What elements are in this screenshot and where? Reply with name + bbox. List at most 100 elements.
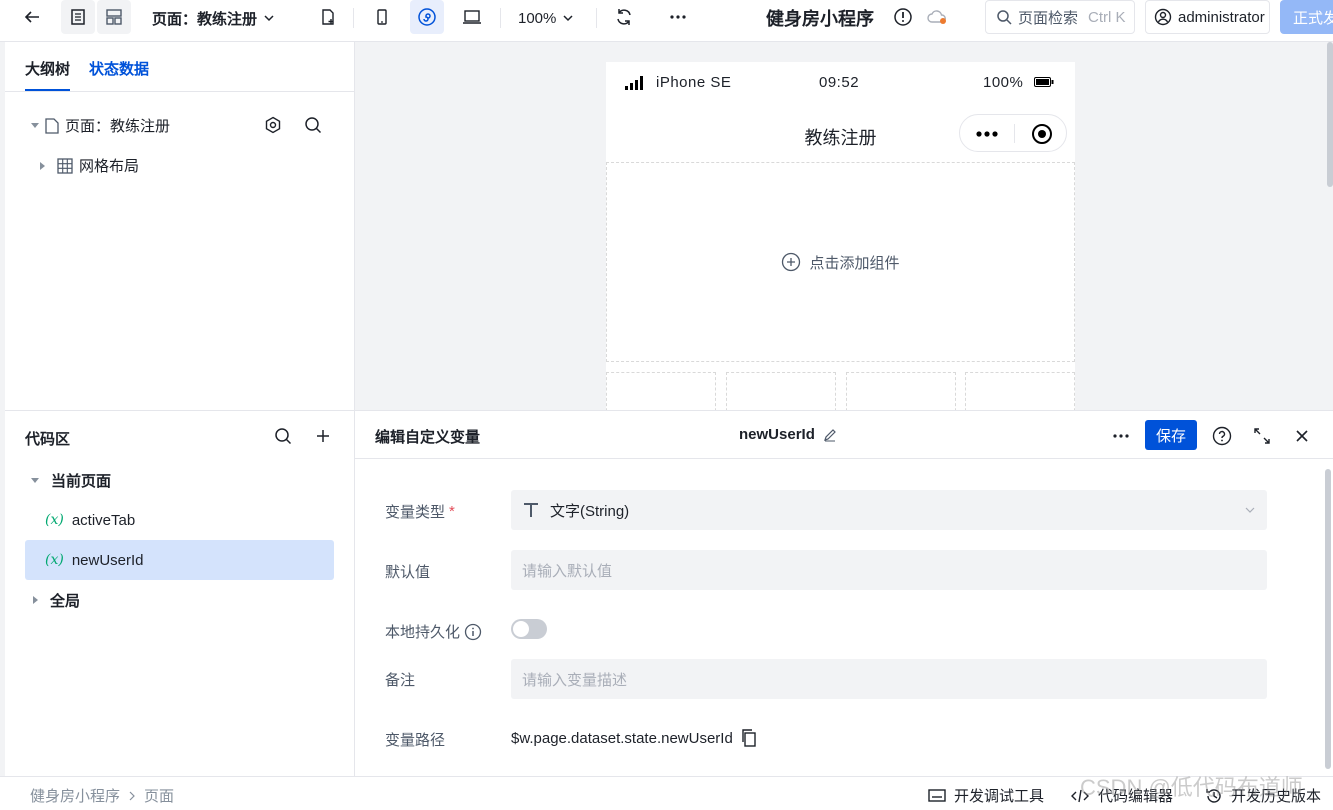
- editor-scrollbar[interactable]: [1325, 469, 1331, 769]
- help-icon[interactable]: [1212, 418, 1232, 454]
- add-component-zone[interactable]: 点击添加组件: [606, 162, 1075, 362]
- battery-level: 100%: [983, 74, 1024, 91]
- variable-icon: (x): [45, 512, 64, 528]
- watermark: CSDN @低代码布道师: [1080, 775, 1303, 800]
- add-page-icon[interactable]: [311, 0, 345, 34]
- zoom-select[interactable]: 100%: [518, 0, 574, 36]
- code-var-item-selected[interactable]: (x) newUserId: [25, 540, 334, 580]
- tree-node-grid[interactable]: 网格布局: [40, 155, 139, 176]
- page-list-icon[interactable]: [61, 0, 95, 34]
- caret-right-icon: [33, 596, 38, 604]
- tree-node-page[interactable]: 页面：教练注册: [31, 115, 170, 136]
- miniprogram-view-icon[interactable]: [410, 0, 444, 34]
- status-time: 09:52: [819, 74, 860, 91]
- cloud-sync-icon[interactable]: [920, 0, 954, 34]
- breadcrumb-item[interactable]: 健身房小程序: [30, 785, 120, 806]
- toolbar-divider: [500, 8, 501, 28]
- more-icon[interactable]: [661, 0, 695, 34]
- close-target-icon[interactable]: [1031, 123, 1053, 145]
- caret-right-icon: [40, 161, 45, 170]
- breadcrumb-item[interactable]: 页面: [144, 785, 174, 806]
- page-search-box[interactable]: 页面检索 Ctrl K: [985, 0, 1135, 34]
- more-icon[interactable]: [1111, 418, 1131, 454]
- persist-toggle[interactable]: [511, 619, 547, 639]
- add-code-icon[interactable]: [313, 418, 333, 454]
- code-var-label: activeTab: [71, 511, 136, 529]
- variable-editor: 编辑自定义变量 newUserId 保存 变量类型 * 文字(String) 默…: [355, 410, 1333, 776]
- release-button[interactable]: 正式发布: [1280, 0, 1333, 34]
- copy-icon[interactable]: [741, 729, 757, 747]
- tab-state-data[interactable]: 状态数据: [89, 58, 149, 79]
- toolbar-divider: [596, 8, 597, 28]
- desktop-view-icon[interactable]: [455, 0, 489, 34]
- phone-preview: iPhone SE 09:52 100% 教练注册 点击添加组件: [606, 62, 1075, 410]
- info-alert-icon[interactable]: [886, 0, 920, 34]
- grid-layout-icon: [57, 157, 73, 174]
- chevron-down-icon: [1245, 505, 1255, 515]
- device-name: iPhone SE: [656, 74, 732, 91]
- more-dots-icon[interactable]: [976, 131, 998, 137]
- edit-pencil-icon[interactable]: [823, 428, 837, 442]
- path-field-label: 变量路径: [385, 732, 446, 749]
- mobile-view-icon[interactable]: [365, 0, 399, 34]
- grid-cell[interactable]: [846, 372, 956, 410]
- chevron-down-icon: [263, 12, 275, 24]
- variable-icon: (x): [45, 552, 64, 568]
- toggle-knob: [513, 621, 529, 637]
- chevron-down-icon: [562, 12, 574, 24]
- page-settings-icon[interactable]: [263, 107, 283, 143]
- grid-cell[interactable]: [965, 372, 1075, 410]
- toolbar-divider: [353, 8, 354, 28]
- capsule-divider: [1014, 124, 1015, 143]
- info-icon[interactable]: [464, 623, 482, 641]
- page-select-label: 页面：教练注册: [152, 10, 258, 28]
- tab-outline-tree[interactable]: 大纲树: [25, 58, 70, 79]
- editor-var-name[interactable]: newUserId: [739, 426, 837, 443]
- expand-icon[interactable]: [1252, 418, 1272, 454]
- code-group-global[interactable]: 全局: [25, 580, 334, 620]
- grid-cell[interactable]: [606, 372, 716, 410]
- code-group-current-page[interactable]: 当前页面: [25, 460, 334, 500]
- type-label: 变量类型: [385, 504, 446, 521]
- tree-node-grid-label: 网格布局: [79, 158, 140, 175]
- design-canvas: iPhone SE 09:52 100% 教练注册 点击添加组件: [355, 42, 1333, 410]
- code-panel-title: 代码区: [25, 431, 71, 448]
- editor-header: 编辑自定义变量 newUserId 保存: [355, 411, 1333, 459]
- var-name-label: newUserId: [739, 426, 815, 443]
- battery-icon: [1034, 77, 1054, 87]
- outline-search-icon[interactable]: [303, 107, 323, 143]
- phone-nav-bar: 教练注册: [606, 102, 1075, 162]
- top-bar: 页面：教练注册 100% 健身房小程序 页面检索 Ctrl K administ…: [0, 0, 1333, 42]
- canvas-scrollbar[interactable]: [1327, 42, 1333, 187]
- save-button[interactable]: 保存: [1145, 420, 1197, 450]
- note-input[interactable]: 请输入变量描述: [511, 659, 1267, 699]
- code-var-item[interactable]: (x) activeTab: [25, 500, 334, 540]
- code-search-icon[interactable]: [273, 418, 293, 454]
- refresh-icon[interactable]: [607, 0, 641, 34]
- page-file-icon: [45, 117, 59, 134]
- type-select[interactable]: 文字(String): [511, 490, 1267, 530]
- page-select[interactable]: 页面：教练注册: [152, 0, 275, 36]
- persist-label: 本地持久化: [385, 624, 461, 641]
- tab-underline: [25, 89, 70, 91]
- search-shortcut: Ctrl K: [1088, 8, 1126, 26]
- type-value: 文字(String): [550, 502, 630, 520]
- default-value-input[interactable]: 请输入默认值: [511, 550, 1267, 590]
- close-icon[interactable]: [1292, 418, 1312, 454]
- user-name: administrator: [1178, 8, 1265, 26]
- type-field-label: 变量类型 *: [385, 501, 455, 522]
- note-field-label: 备注: [385, 672, 416, 689]
- search-icon: [996, 9, 1012, 25]
- back-arrow-icon[interactable]: [15, 0, 49, 34]
- capsule-menu[interactable]: [959, 114, 1067, 152]
- debug-tools-label: 开发调试工具: [954, 788, 1045, 805]
- caret-down-icon: [31, 477, 39, 483]
- user-menu[interactable]: administrator: [1145, 0, 1270, 34]
- chevron-right-icon: [128, 791, 136, 801]
- layout-icon[interactable]: [97, 0, 131, 34]
- code-group-label: 当前页面: [51, 472, 112, 490]
- tree-node-page-label: 页面：教练注册: [65, 118, 171, 135]
- app-title: 健身房小程序: [766, 9, 874, 29]
- grid-cell[interactable]: [726, 372, 836, 410]
- debug-tools-button[interactable]: 开发调试工具: [928, 785, 1044, 806]
